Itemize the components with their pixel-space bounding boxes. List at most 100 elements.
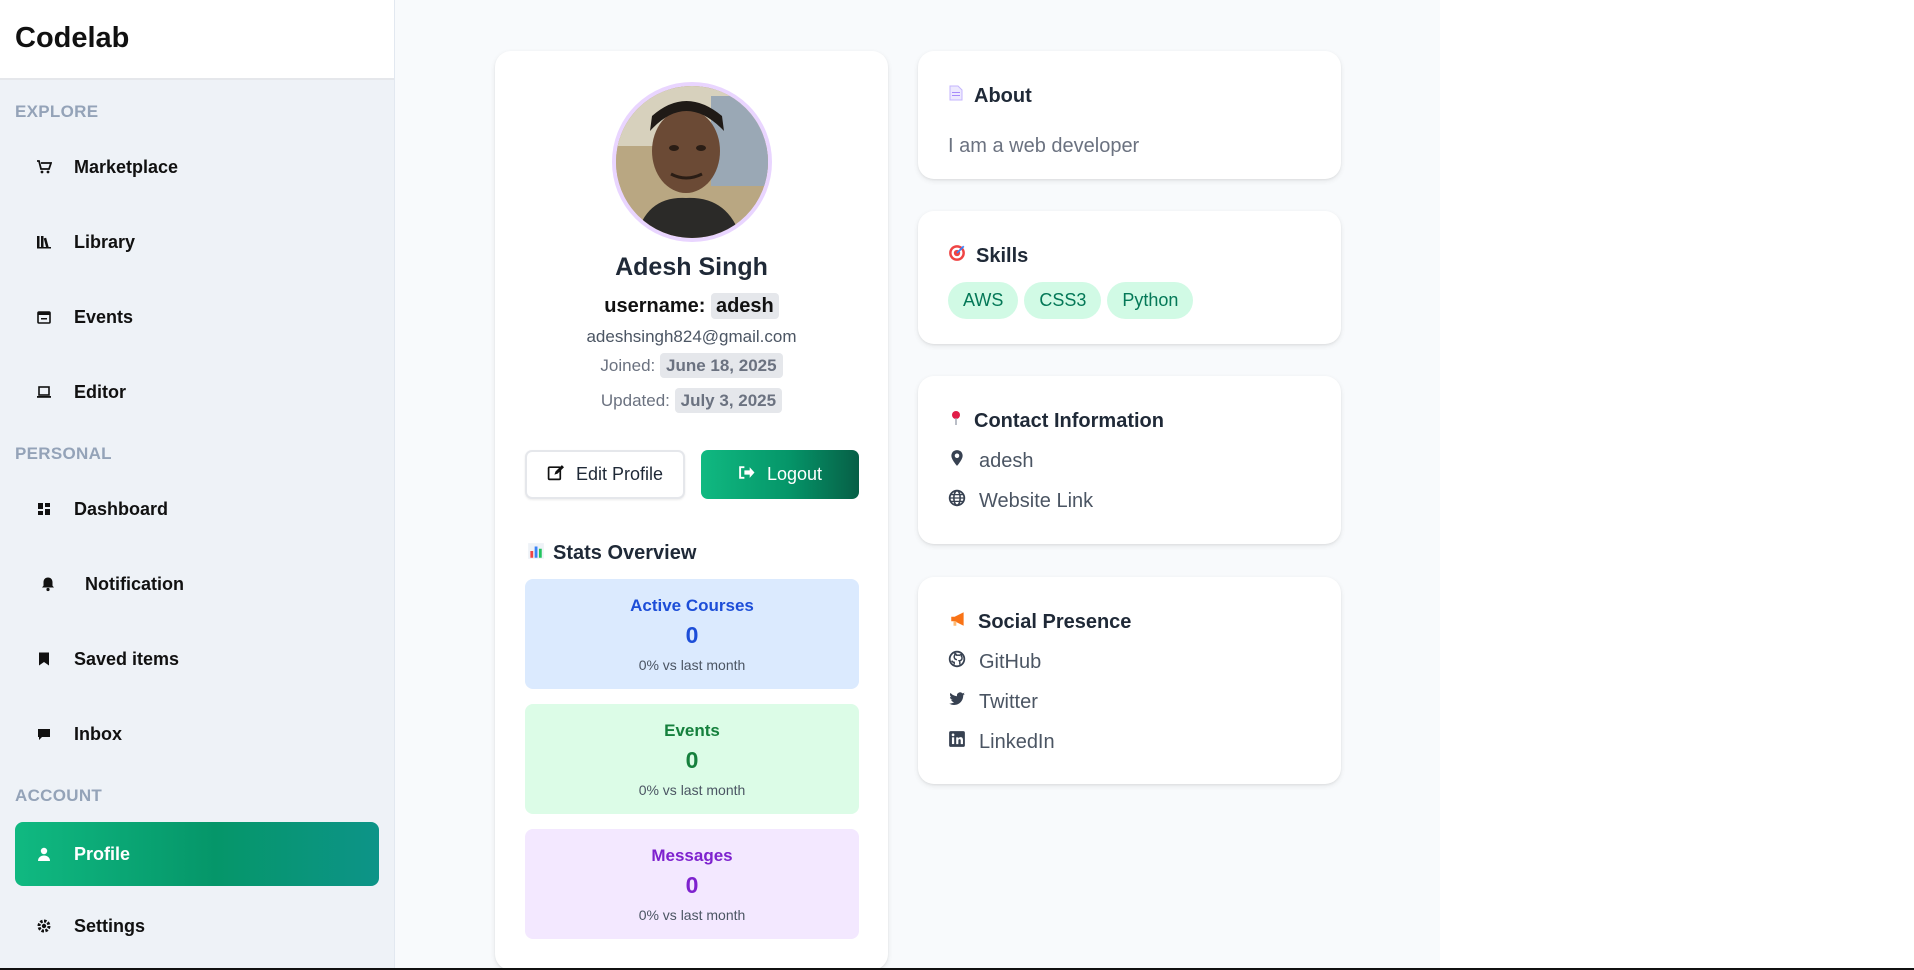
sidebar-item-label: Saved items	[74, 648, 180, 669]
social-linkedin[interactable]: LinkedIn	[948, 730, 1055, 754]
dashboard-icon	[35, 500, 53, 518]
contact-website[interactable]: Website Link	[948, 489, 1093, 513]
stat-messages: Messages 0 0% vs last month	[525, 829, 859, 939]
sidebar-item-editor[interactable]: Editor	[15, 360, 379, 424]
username-row: username: adesh	[495, 293, 888, 319]
sidebar-item-dashboard[interactable]: Dashboard	[15, 477, 379, 541]
contact-location: adesh	[948, 449, 1034, 473]
logout-button[interactable]: Logout	[701, 450, 859, 499]
sidebar: Codelab EXPLORE Marketplace Library Even…	[0, 0, 395, 970]
sidebar-item-saved-items[interactable]: Saved items	[15, 627, 379, 691]
social-github[interactable]: GitHub	[948, 650, 1041, 674]
joined-date: June 18, 2025	[659, 353, 783, 378]
joined-label: Joined:	[600, 356, 656, 375]
profile-email: adeshsingh824@gmail.com	[586, 327, 797, 346]
updated-row: Updated: July 3, 2025	[495, 388, 888, 413]
sidebar-item-notification[interactable]: Notification	[15, 552, 379, 616]
about-card: About I am a web developer	[918, 51, 1341, 179]
bell-icon	[39, 575, 57, 593]
chat-icon	[35, 725, 53, 743]
sidebar-item-label: Marketplace	[74, 156, 179, 177]
stat-change: 0% vs last month	[638, 907, 746, 923]
stat-label: Active Courses	[630, 596, 754, 615]
sidebar-item-label: Inbox	[74, 723, 122, 744]
twitter-icon	[948, 690, 966, 714]
sidebar-item-label: Notification	[85, 573, 184, 594]
social-title-label: Social Presence	[978, 610, 1132, 633]
profile-name: Adesh Singh	[615, 253, 768, 281]
stats-title-label: Stats Overview	[553, 542, 697, 564]
skills-card: Skills AWS CSS3 Python	[918, 211, 1341, 344]
laptop-icon	[35, 383, 53, 401]
sidebar-item-events[interactable]: Events	[15, 285, 379, 349]
stat-label: Events	[664, 721, 720, 740]
sidebar-item-marketplace[interactable]: Marketplace	[15, 135, 379, 199]
stat-events: Events 0 0% vs last month	[525, 704, 859, 814]
document-icon	[948, 84, 964, 108]
sidebar-item-label: Dashboard	[74, 498, 169, 519]
linkedin-icon	[948, 730, 966, 754]
profile-card: Adesh Singh username: adesh adeshsingh82…	[495, 51, 888, 970]
sidebar-item-label: Editor	[74, 381, 126, 402]
user-icon	[35, 845, 53, 863]
contact-card: Contact Information adesh Website Link	[918, 376, 1341, 544]
skills-title-label: Skills	[976, 244, 1029, 267]
calendar-icon	[35, 308, 53, 326]
skills-title: Skills	[948, 244, 1028, 268]
bookmark-icon	[35, 650, 53, 668]
sidebar-item-profile[interactable]: Profile	[15, 822, 379, 886]
bar-chart-icon	[527, 542, 545, 565]
stat-change: 0% vs last month	[638, 657, 746, 673]
pin-icon	[948, 409, 964, 433]
username-value: adesh	[710, 293, 779, 319]
sidebar-item-label: Library	[74, 231, 136, 252]
skill-tag: CSS3	[1024, 282, 1102, 319]
sidebar-item-label: Events	[74, 306, 134, 327]
section-label-account: ACCOUNT	[15, 786, 103, 805]
stat-value: 0	[685, 622, 699, 648]
contact-title-label: Contact Information	[974, 409, 1164, 432]
sidebar-item-library[interactable]: Library	[15, 210, 379, 274]
brand-logo[interactable]: Codelab	[0, 0, 394, 80]
sidebar-item-settings[interactable]: Settings	[15, 894, 379, 958]
section-label-explore: EXPLORE	[15, 102, 99, 121]
linkedin-label[interactable]: LinkedIn	[979, 731, 1055, 754]
logout-label: Logout	[766, 464, 823, 484]
social-twitter[interactable]: Twitter	[948, 690, 1038, 714]
joined-row: Joined: June 18, 2025	[495, 353, 888, 378]
sidebar-item-label: Profile	[74, 843, 131, 864]
edit-profile-button[interactable]: Edit Profile	[525, 450, 685, 499]
avatar[interactable]	[612, 82, 772, 242]
library-icon	[35, 233, 53, 251]
logout-icon	[738, 464, 755, 486]
updated-date: July 3, 2025	[674, 388, 783, 413]
target-icon	[948, 244, 966, 268]
stat-active-courses: Active Courses 0 0% vs last month	[525, 579, 859, 689]
gear-icon	[35, 917, 53, 935]
github-icon	[948, 650, 966, 674]
edit-profile-label: Edit Profile	[575, 464, 664, 484]
about-text: I am a web developer	[948, 135, 1140, 157]
stats-title: Stats Overview	[527, 542, 696, 565]
cart-icon	[35, 158, 53, 176]
social-title: Social Presence	[948, 610, 1131, 634]
location-text: adesh	[979, 449, 1034, 472]
edit-icon	[547, 464, 564, 486]
website-link[interactable]: Website Link	[979, 490, 1093, 513]
stat-value: 0	[685, 872, 699, 898]
blank-area	[1440, 0, 1914, 970]
sidebar-item-label: Settings	[74, 915, 146, 936]
username-label: username:	[604, 295, 706, 317]
megaphone-icon	[948, 610, 968, 634]
sidebar-item-inbox[interactable]: Inbox	[15, 702, 379, 766]
stat-value: 0	[685, 747, 699, 773]
skill-tag: Python	[1107, 282, 1194, 319]
twitter-label[interactable]: Twitter	[979, 691, 1038, 714]
updated-label: Updated:	[600, 391, 670, 410]
github-label[interactable]: GitHub	[979, 651, 1041, 674]
stat-label: Messages	[651, 846, 733, 865]
skill-tag: AWS	[948, 282, 1019, 319]
stat-change: 0% vs last month	[638, 782, 746, 798]
contact-title: Contact Information	[948, 409, 1164, 433]
section-label-personal: PERSONAL	[15, 444, 112, 463]
